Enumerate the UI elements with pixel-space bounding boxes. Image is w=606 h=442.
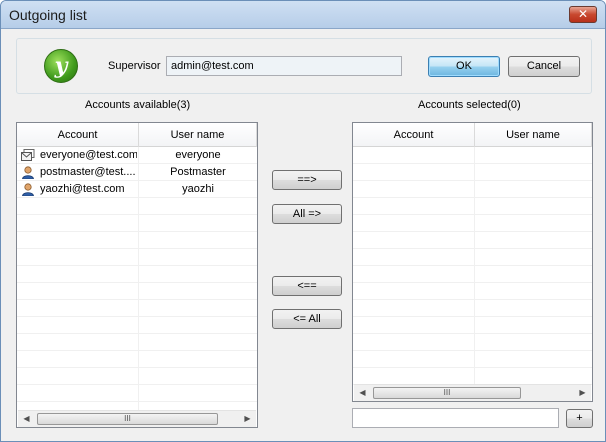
empty-row (353, 334, 592, 351)
selected-accounts-list[interactable]: Account User name ◀ III ▶ (352, 122, 593, 402)
table-row[interactable]: yaozhi@test.com yaozhi (17, 181, 257, 198)
group-mail-icon (21, 149, 35, 162)
add-all-button[interactable]: All => (272, 204, 342, 224)
supervisor-panel: y Supervisor admin@test.com OK Cancel (16, 38, 592, 94)
empty-row (353, 283, 592, 300)
empty-row (353, 215, 592, 232)
empty-row (353, 232, 592, 249)
column-header-account[interactable]: Account (17, 123, 139, 147)
empty-row (17, 368, 257, 385)
title-bar: Outgoing list ✕ (1, 1, 605, 29)
empty-row (17, 351, 257, 368)
empty-row (17, 283, 257, 300)
scroll-right-arrow-icon[interactable]: ▶ (574, 385, 591, 401)
selected-list-header: Account User name (353, 123, 592, 147)
scroll-right-arrow-icon[interactable]: ▶ (239, 411, 256, 427)
app-logo-icon: y (44, 49, 78, 83)
user-icon (21, 183, 35, 197)
empty-row (17, 215, 257, 232)
ok-button[interactable]: OK (428, 56, 500, 77)
user-icon (21, 166, 35, 180)
scroll-thumb[interactable]: III (373, 387, 521, 399)
empty-row (353, 368, 592, 385)
remove-all-button[interactable]: <= All (272, 309, 342, 329)
empty-row (17, 266, 257, 283)
accounts-available-label: Accounts available(3) (85, 99, 191, 111)
scroll-left-arrow-icon[interactable]: ◀ (18, 411, 35, 427)
accounts-selected-label: Accounts selected(0) (418, 99, 521, 111)
empty-row (353, 266, 592, 283)
add-account-button[interactable]: + (566, 409, 593, 428)
remove-selected-button[interactable]: <== (272, 276, 342, 296)
available-accounts-list[interactable]: Account User name everyone@test.com every… (16, 122, 258, 428)
column-header-username[interactable]: User name (475, 123, 592, 147)
username-cell: yaozhi (182, 183, 214, 195)
empty-row (17, 385, 257, 402)
table-row[interactable]: postmaster@test.... Postmaster (17, 164, 257, 181)
empty-row (17, 232, 257, 249)
account-cell: everyone@test.com (40, 149, 137, 161)
account-cell: yaozhi@test.com (40, 183, 125, 195)
empty-row (353, 181, 592, 198)
add-selected-button[interactable]: ==> (272, 170, 342, 190)
empty-row (353, 164, 592, 181)
empty-row (17, 334, 257, 351)
username-cell: everyone (175, 149, 221, 161)
column-header-username[interactable]: User name (139, 123, 257, 147)
empty-row (17, 317, 257, 334)
cancel-button[interactable]: Cancel (508, 56, 580, 77)
selected-hscrollbar[interactable]: ◀ III ▶ (354, 384, 591, 401)
column-header-account[interactable]: Account (353, 123, 475, 147)
available-hscrollbar[interactable]: ◀ III ▶ (18, 410, 256, 427)
username-cell: Postmaster (170, 166, 226, 178)
scroll-left-arrow-icon[interactable]: ◀ (354, 385, 371, 401)
available-list-header: Account User name (17, 123, 257, 147)
empty-row (17, 300, 257, 317)
empty-row (17, 198, 257, 215)
empty-row (17, 249, 257, 266)
empty-row (353, 300, 592, 317)
empty-row (353, 147, 592, 164)
new-account-input[interactable] (352, 408, 559, 428)
empty-row (353, 249, 592, 266)
table-row[interactable]: everyone@test.com everyone (17, 147, 257, 164)
account-cell: postmaster@test.... (40, 166, 136, 178)
supervisor-label: Supervisor (108, 60, 161, 72)
empty-row (353, 198, 592, 215)
close-button[interactable]: ✕ (569, 6, 597, 23)
empty-row (353, 317, 592, 334)
window-title: Outgoing list (9, 7, 87, 23)
scroll-thumb[interactable]: III (37, 413, 218, 425)
dialog-body: y Supervisor admin@test.com OK Cancel Ac… (1, 30, 605, 441)
outgoing-list-dialog: Outgoing list ✕ y Supervisor admin@test.… (0, 0, 606, 442)
supervisor-input[interactable]: admin@test.com (166, 56, 402, 76)
empty-row (353, 351, 592, 368)
